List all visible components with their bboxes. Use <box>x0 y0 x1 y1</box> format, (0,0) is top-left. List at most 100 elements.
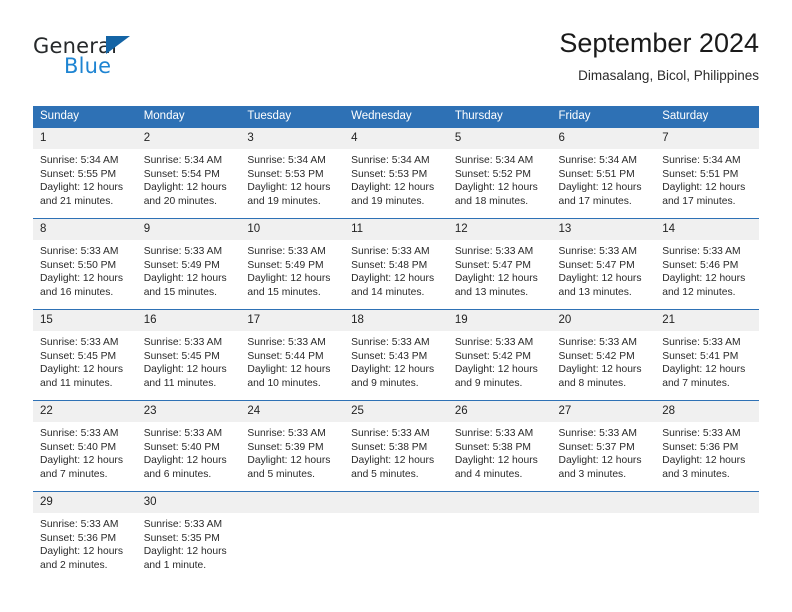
calendar-day-cell-empty <box>655 491 759 582</box>
day-details: Sunrise: 5:33 AM Sunset: 5:48 PM Daylight:… <box>344 240 448 299</box>
day-number: 18 <box>344 310 448 331</box>
calendar-day-cell[interactable]: 24 Sunrise: 5:33 AM Sunset: 5:39 PM Dayligh… <box>240 400 345 492</box>
daylight-duration-line1: Daylight: 12 hours <box>247 455 331 467</box>
day-details: Sunrise: 5:34 AM Sunset: 5:54 PM Daylight:… <box>137 149 241 208</box>
daylight-duration-line1: Daylight: 12 hours <box>454 273 538 285</box>
daylight-duration-line2: and 12 minutes. <box>662 286 736 298</box>
daylight-duration-line2: and 11 minutes. <box>40 377 113 389</box>
day-details: Sunrise: 5:33 AM Sunset: 5:41 PM Daylight:… <box>655 331 759 390</box>
calendar-day-cell[interactable]: 2 Sunrise: 5:34 AM Sunset: 5:54 PM Daylight… <box>136 128 241 219</box>
calendar-day-cell[interactable]: 19 Sunrise: 5:33 AM Sunset: 5:42 PM Dayligh… <box>447 309 552 401</box>
calendar-day-cell[interactable]: 8 Sunrise: 5:33 AM Sunset: 5:50 PM Daylight… <box>33 218 137 310</box>
calendar-day-cell[interactable]: 10 Sunrise: 5:33 AM Sunset: 5:49 PM Dayligh… <box>240 218 345 310</box>
calendar-day-cell[interactable]: 13 Sunrise: 5:33 AM Sunset: 5:47 PM Dayligh… <box>551 218 656 310</box>
day-number: 9 <box>136 219 241 240</box>
sunset-time: Sunset: 5:42 PM <box>558 350 635 362</box>
calendar-day-cell[interactable]: 4 Sunrise: 5:34 AM Sunset: 5:53 PM Daylight… <box>344 128 448 219</box>
calendar-day-cell[interactable]: 26 Sunrise: 5:33 AM Sunset: 5:38 PM Dayligh… <box>447 400 552 492</box>
daylight-duration-line2: and 13 minutes. <box>558 286 632 298</box>
calendar-day-cell[interactable]: 28 Sunrise: 5:33 AM Sunset: 5:36 PM Dayligh… <box>655 400 759 492</box>
daylight-duration-line2: and 4 minutes. <box>454 468 523 480</box>
calendar-day-cell[interactable]: 5 Sunrise: 5:34 AM Sunset: 5:52 PM Daylight… <box>447 128 552 219</box>
weekday-header-monday: Monday <box>136 106 241 128</box>
day-number: 27 <box>551 401 656 422</box>
sunrise-time: Sunrise: 5:33 AM <box>662 337 741 348</box>
calendar-day-cell[interactable]: 18 Sunrise: 5:33 AM Sunset: 5:43 PM Dayligh… <box>344 309 448 401</box>
sunset-time: Sunset: 5:47 PM <box>558 259 635 271</box>
day-number: 4 <box>344 128 448 149</box>
day-number: 29 <box>33 492 137 513</box>
day-details: Sunrise: 5:33 AM Sunset: 5:45 PM Daylight:… <box>33 331 137 390</box>
calendar-day-cell[interactable]: 15 Sunrise: 5:33 AM Sunset: 5:45 PM Dayligh… <box>33 309 137 401</box>
daylight-duration-line1: Daylight: 12 hours <box>351 455 435 467</box>
sunrise-time: Sunrise: 5:33 AM <box>40 246 119 257</box>
day-details: Sunrise: 5:34 AM Sunset: 5:53 PM Daylight:… <box>240 149 344 208</box>
calendar-day-cell[interactable]: 21 Sunrise: 5:33 AM Sunset: 5:41 PM Dayligh… <box>655 309 759 401</box>
calendar-day-cell[interactable]: 27 Sunrise: 5:33 AM Sunset: 5:37 PM Dayligh… <box>551 400 656 492</box>
calendar-day-cell[interactable]: 9 Sunrise: 5:33 AM Sunset: 5:49 PM Daylight… <box>136 218 241 310</box>
daylight-duration-line2: and 15 minutes. <box>143 286 217 298</box>
calendar-day-cell[interactable]: 20 Sunrise: 5:33 AM Sunset: 5:42 PM Dayligh… <box>551 309 656 401</box>
day-details: Sunrise: 5:33 AM Sunset: 5:47 PM Daylight:… <box>448 240 552 299</box>
day-number: 1 <box>33 128 137 149</box>
day-details: Sunrise: 5:33 AM Sunset: 5:49 PM Daylight:… <box>137 240 241 299</box>
sunset-time: Sunset: 5:36 PM <box>40 532 117 544</box>
calendar-day-cell[interactable]: 23 Sunrise: 5:33 AM Sunset: 5:40 PM Dayligh… <box>136 400 241 492</box>
day-details: Sunrise: 5:33 AM Sunset: 5:47 PM Daylight:… <box>552 240 656 299</box>
calendar-day-cell[interactable]: 25 Sunrise: 5:33 AM Sunset: 5:38 PM Dayligh… <box>344 400 448 492</box>
day-number: 16 <box>136 310 241 331</box>
calendar-day-cell[interactable]: 30 Sunrise: 5:33 AM Sunset: 5:35 PM Dayligh… <box>136 491 241 582</box>
day-number: 10 <box>240 219 345 240</box>
sunrise-time: Sunrise: 5:34 AM <box>558 155 637 166</box>
daylight-duration-line1: Daylight: 12 hours <box>143 273 227 285</box>
sunset-time: Sunset: 5:38 PM <box>351 441 428 453</box>
sunrise-time: Sunrise: 5:33 AM <box>558 428 637 439</box>
day-details: Sunrise: 5:33 AM Sunset: 5:40 PM Daylight:… <box>33 422 137 481</box>
sunset-time: Sunset: 5:40 PM <box>143 441 220 453</box>
calendar-day-cell[interactable]: 29 Sunrise: 5:33 AM Sunset: 5:36 PM Dayligh… <box>33 491 137 582</box>
calendar-day-cell[interactable]: 1 Sunrise: 5:34 AM Sunset: 5:55 PM Daylight… <box>33 128 137 219</box>
calendar-week-row: 1 Sunrise: 5:34 AM Sunset: 5:55 PM Daylight… <box>33 128 759 219</box>
daylight-duration-line1: Daylight: 12 hours <box>454 182 538 194</box>
daylight-duration-line1: Daylight: 12 hours <box>558 455 642 467</box>
daylight-duration-line1: Daylight: 12 hours <box>558 364 642 376</box>
sunset-time: Sunset: 5:53 PM <box>247 168 324 180</box>
daylight-duration-line2: and 7 minutes. <box>662 377 730 389</box>
day-details: Sunrise: 5:33 AM Sunset: 5:42 PM Daylight:… <box>552 331 656 390</box>
calendar-body: 1 Sunrise: 5:34 AM Sunset: 5:55 PM Daylight… <box>33 128 759 582</box>
day-details: Sunrise: 5:34 AM Sunset: 5:51 PM Daylight:… <box>655 149 759 208</box>
day-number: 3 <box>240 128 345 149</box>
calendar-day-cell[interactable]: 17 Sunrise: 5:33 AM Sunset: 5:44 PM Dayligh… <box>240 309 345 401</box>
sunset-time: Sunset: 5:37 PM <box>558 441 635 453</box>
daylight-duration-line2: and 16 minutes. <box>40 286 114 298</box>
daylight-duration-line1: Daylight: 12 hours <box>143 546 227 558</box>
weekday-header-tuesday: Tuesday <box>240 106 345 128</box>
sunset-time: Sunset: 5:39 PM <box>247 441 324 453</box>
day-number: 25 <box>344 401 448 422</box>
sunrise-time: Sunrise: 5:34 AM <box>143 155 223 166</box>
daylight-duration-line2: and 9 minutes. <box>351 377 419 389</box>
calendar-day-cell[interactable]: 3 Sunrise: 5:34 AM Sunset: 5:53 PM Daylight… <box>240 128 345 219</box>
day-number <box>344 492 448 513</box>
day-details: Sunrise: 5:33 AM Sunset: 5:50 PM Daylight:… <box>33 240 137 299</box>
calendar-day-cell-empty <box>447 491 552 582</box>
sunrise-time: Sunrise: 5:33 AM <box>558 246 637 257</box>
calendar-day-cell[interactable]: 12 Sunrise: 5:33 AM Sunset: 5:47 PM Dayligh… <box>447 218 552 310</box>
calendar-day-cell[interactable]: 6 Sunrise: 5:34 AM Sunset: 5:51 PM Daylight… <box>551 128 656 219</box>
daylight-duration-line2: and 13 minutes. <box>454 286 529 298</box>
day-number <box>551 492 656 513</box>
day-details: Sunrise: 5:33 AM Sunset: 5:38 PM Daylight:… <box>344 422 448 481</box>
daylight-duration-line2: and 21 minutes. <box>40 195 114 207</box>
calendar-day-cell[interactable]: 11 Sunrise: 5:33 AM Sunset: 5:48 PM Dayligh… <box>344 218 448 310</box>
sunrise-time: Sunrise: 5:33 AM <box>143 337 223 348</box>
calendar-day-cell[interactable]: 7 Sunrise: 5:34 AM Sunset: 5:51 PM Daylight… <box>655 128 759 219</box>
calendar-day-cell[interactable]: 16 Sunrise: 5:33 AM Sunset: 5:45 PM Dayligh… <box>136 309 241 401</box>
day-details: Sunrise: 5:33 AM Sunset: 5:40 PM Daylight:… <box>137 422 241 481</box>
calendar-day-cell[interactable]: 22 Sunrise: 5:33 AM Sunset: 5:40 PM Dayligh… <box>33 400 137 492</box>
daylight-duration-line1: Daylight: 12 hours <box>40 364 123 376</box>
calendar-day-cell[interactable]: 14 Sunrise: 5:33 AM Sunset: 5:46 PM Dayligh… <box>655 218 759 310</box>
daylight-duration-line2: and 8 minutes. <box>558 377 627 389</box>
day-details: Sunrise: 5:33 AM Sunset: 5:49 PM Daylight:… <box>240 240 344 299</box>
day-details: Sunrise: 5:33 AM Sunset: 5:36 PM Daylight:… <box>33 513 137 572</box>
day-number: 8 <box>33 219 137 240</box>
